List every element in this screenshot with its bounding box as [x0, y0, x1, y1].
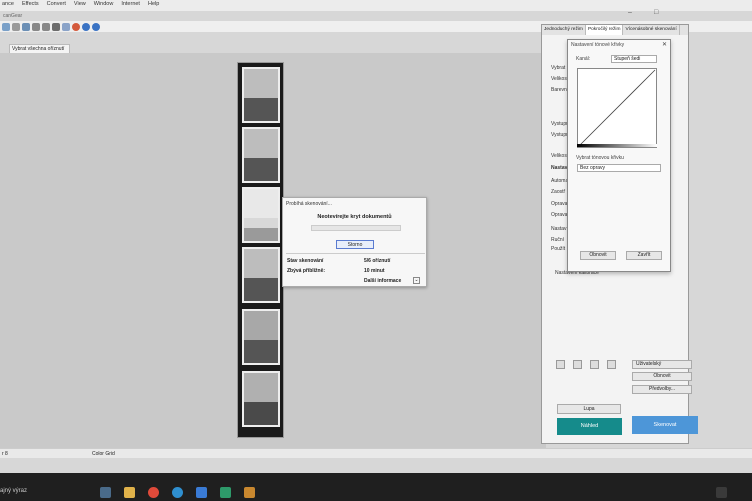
setting-label: Ruční — [551, 237, 565, 243]
info-icon[interactable] — [82, 22, 90, 31]
scangear-icon[interactable] — [244, 487, 255, 498]
setting-label: Velikost — [551, 76, 569, 82]
refresh-button[interactable]: Obnovit — [632, 372, 692, 381]
dialog-message: Neotevírejte kryt dokumentů — [317, 214, 392, 220]
channel-select[interactable]: Stupeň šedi — [611, 55, 657, 63]
copy-icon[interactable] — [42, 22, 50, 31]
setting-label: Použít — [551, 246, 566, 252]
menu-item-window[interactable]: Window — [94, 1, 114, 10]
menu-item-appearance[interactable]: ance — [2, 1, 14, 10]
channel-label: Kanál: — [576, 56, 591, 62]
cancel-button[interactable]: Storno — [336, 240, 374, 249]
setting-label: Vybrat — [551, 65, 566, 71]
remaining-value: 10 minut — [364, 268, 385, 274]
status-color-grid: Color Grid — [92, 451, 115, 457]
scan-progress-dialog: Probíhá skenování... Neotevírejte kryt d… — [282, 197, 427, 287]
status-bar: r 8 Color Grid — [0, 448, 752, 458]
scan-button[interactable]: Skenovat — [632, 416, 698, 434]
taskbar — [0, 473, 752, 501]
maximize-icon[interactable]: □ — [654, 9, 658, 16]
setting-label: Zaostř — [551, 189, 566, 195]
film-frame[interactable] — [242, 371, 280, 427]
chrome-icon[interactable] — [148, 487, 159, 498]
chevron-down-icon[interactable]: ⌄ — [413, 277, 420, 284]
edge-icon[interactable] — [172, 487, 183, 498]
grid-icon[interactable] — [22, 22, 30, 31]
crop-icon[interactable] — [12, 22, 20, 31]
color-balance-icon[interactable] — [607, 360, 616, 369]
menu-item-help[interactable]: Help — [148, 1, 159, 10]
menu-item-internet[interactable]: Internet — [121, 1, 140, 10]
close-icon[interactable]: ✕ — [662, 41, 667, 48]
menu-item-effects[interactable]: Effects — [22, 1, 39, 10]
film-frame[interactable] — [242, 67, 280, 123]
tone-close-button[interactable]: Zavřít — [626, 251, 662, 260]
menu-bar: ance Effects Convert View Window Interne… — [0, 1, 159, 10]
tone-curve-dialog: Nastavení tónové křivky ✕ Kanál: Stupeň … — [567, 39, 671, 272]
tone-preset-label: Vybrat tónovou křivku — [576, 155, 624, 161]
film-frame[interactable] — [242, 247, 280, 303]
film-frame[interactable] — [242, 187, 280, 243]
tone-preset-select[interactable]: Bez opravy — [577, 164, 661, 172]
tab-simple-mode[interactable]: Jednoduchý režim — [542, 25, 586, 35]
film-frame[interactable] — [242, 309, 280, 365]
preset-select[interactable]: Uživatelský — [632, 360, 692, 369]
tab-advanced-mode[interactable]: Pokročilý režim — [585, 25, 624, 35]
scan-status-label: Stav skenování — [287, 258, 324, 264]
setting-label: Velikost — [551, 153, 569, 159]
curve-icon[interactable] — [590, 360, 599, 369]
more-info-link[interactable]: Další informace — [364, 278, 401, 284]
presets-button[interactable]: Předvolby... — [632, 385, 692, 394]
file-explorer-icon[interactable] — [124, 487, 135, 498]
tray-icon[interactable] — [716, 487, 727, 498]
help-icon[interactable] — [92, 22, 100, 31]
tab-multi-scan[interactable]: Vícenásobné skenování — [623, 25, 680, 35]
mode-tabs: Jednoduchý režim Pokročilý režim Vícenás… — [542, 25, 688, 35]
divider — [286, 253, 425, 254]
loupe-button[interactable]: Lupa — [557, 404, 621, 414]
app-icon[interactable] — [220, 487, 231, 498]
gradient-bar — [577, 144, 657, 147]
clear-icon[interactable] — [72, 22, 80, 31]
setting-label: Oprava — [551, 212, 568, 218]
tone-refresh-button[interactable]: Obnovit — [580, 251, 616, 260]
film-strip — [237, 62, 284, 438]
task-view-icon[interactable] — [100, 487, 111, 498]
menu-item-view[interactable]: View — [74, 1, 86, 10]
rotate-icon[interactable] — [62, 22, 70, 31]
preview-button[interactable]: Náhled — [557, 418, 622, 435]
app-icon[interactable] — [196, 487, 207, 498]
setting-label: Nastav — [551, 226, 567, 232]
status-left: r 8 — [2, 451, 8, 457]
taskbar-search[interactable]: ajný výraz — [0, 488, 27, 494]
scan-status-value: 5/6 oříznutí — [364, 258, 391, 264]
setting-label: Oprava — [551, 201, 568, 207]
tone-curve-graph[interactable] — [577, 68, 657, 148]
dialog-title: Probíhá skenování... — [286, 201, 332, 207]
menu-item-convert[interactable]: Convert — [47, 1, 66, 10]
zoom-icon[interactable] — [32, 22, 40, 31]
app-title: canGear — [3, 13, 23, 19]
film-frame[interactable] — [242, 127, 280, 183]
contrast-icon[interactable] — [556, 360, 565, 369]
progress-bar — [311, 225, 401, 231]
tone-dialog-title: Nastavení tónové křivky — [571, 42, 625, 48]
levels-icon[interactable] — [573, 360, 582, 369]
select-icon[interactable] — [2, 22, 10, 31]
minimize-icon[interactable]: – — [628, 9, 632, 16]
stamp-icon[interactable] — [52, 22, 60, 31]
remaining-label: Zbývá přibližně: — [287, 268, 326, 274]
